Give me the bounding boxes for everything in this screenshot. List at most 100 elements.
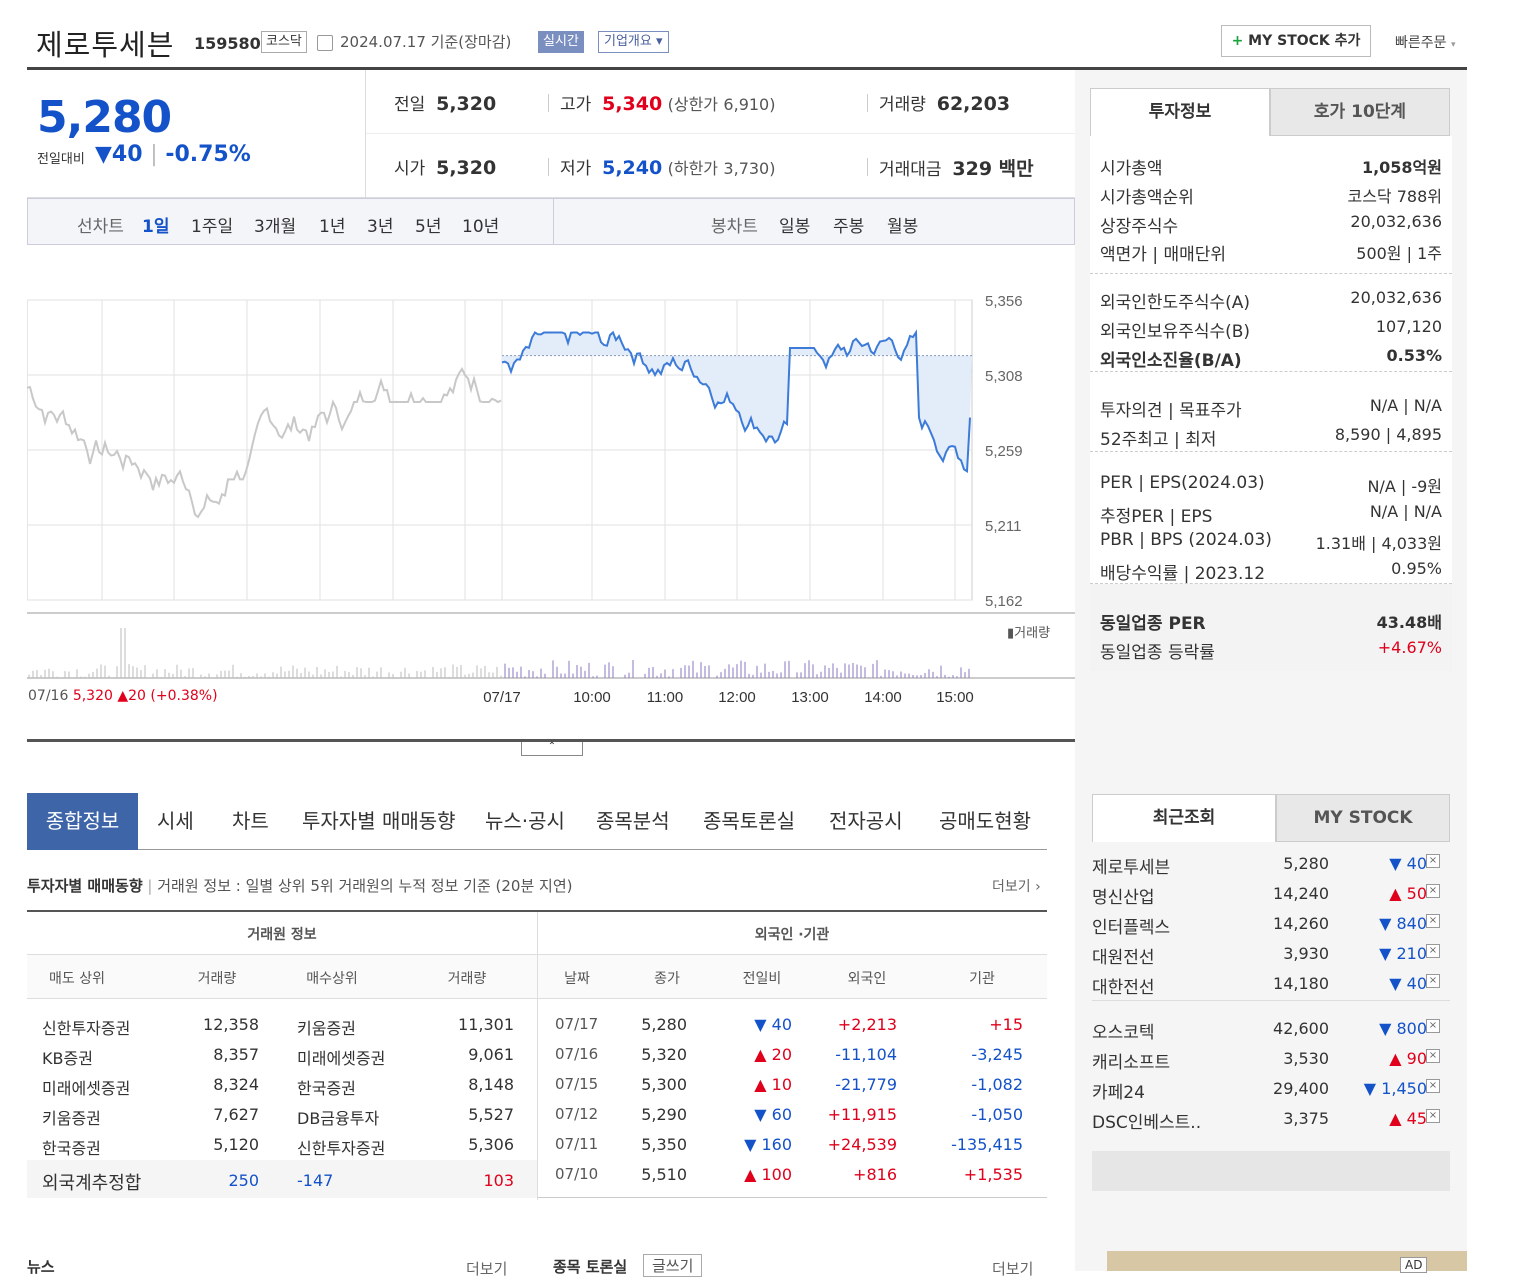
close-price: 5,320 bbox=[641, 1045, 687, 1064]
recent-change: ▼ 1,450 bbox=[1363, 1079, 1427, 1098]
recent-item[interactable]: 캐리소프트 3,530 ▲ 90 × bbox=[1092, 1045, 1450, 1075]
recent-item[interactable]: 명신산업 14,240 ▲ 50 × bbox=[1092, 880, 1450, 910]
recent-item[interactable]: 대한전선 14,180 ▼ 40 × bbox=[1092, 970, 1450, 1000]
remove-icon[interactable]: × bbox=[1426, 854, 1440, 868]
tab-disclosure[interactable]: 전자공시 bbox=[829, 793, 903, 850]
quick-order-dropdown[interactable]: 빠른주문 ▾ bbox=[1395, 32, 1456, 52]
tab-3y[interactable]: 3년 bbox=[367, 212, 393, 237]
invest-info-panel: 시가총액 1,058억원 시가총액순위 코스닥 788위 상장주식수 20,032,636… bbox=[1090, 136, 1452, 671]
tab-recent[interactable]: 최근조회 bbox=[1092, 794, 1276, 842]
foreign-buy: -147 bbox=[297, 1171, 334, 1190]
tab-my-stock[interactable]: MY STOCK bbox=[1276, 794, 1450, 842]
remove-icon[interactable]: × bbox=[1426, 884, 1440, 898]
invest-key: 액면가 | 매매단위 bbox=[1100, 245, 1227, 265]
remove-icon[interactable]: × bbox=[1426, 1049, 1440, 1063]
col-header: 거래량 bbox=[197, 971, 237, 987]
trade-date: 07/17 bbox=[555, 1015, 599, 1033]
recent-name: 인터플렉스 bbox=[1092, 918, 1171, 938]
recent-item[interactable]: 인터플렉스 14,260 ▼ 840 × bbox=[1092, 910, 1450, 940]
write-button[interactable]: 글쓰기 bbox=[643, 1254, 703, 1277]
institution-net: -3,245 bbox=[971, 1045, 1023, 1064]
remove-icon[interactable]: × bbox=[1426, 1019, 1440, 1033]
recent-item[interactable]: 카페24 29,400 ▼ 1,450 × bbox=[1092, 1075, 1450, 1105]
recent-price: 3,375 bbox=[1283, 1109, 1329, 1128]
board-more[interactable]: 더보기 bbox=[992, 1258, 1033, 1279]
tab-10y[interactable]: 10년 bbox=[462, 212, 499, 237]
tab-overview[interactable]: 종합정보 bbox=[27, 793, 138, 850]
recent-name: 제로투세븐 bbox=[1092, 858, 1171, 878]
recent-change: ▲ 45 bbox=[1389, 1109, 1427, 1128]
tab-discussion[interactable]: 종목토론실 bbox=[703, 793, 795, 850]
invest-row: 시가총액 1,058억원 bbox=[1100, 154, 1442, 179]
invest-row: 액면가 | 매매단위 500원 | 1주 bbox=[1100, 240, 1442, 265]
invest-key: 투자의견 | 목표주가 bbox=[1100, 401, 1242, 421]
tab-invest-info[interactable]: 투자정보 bbox=[1090, 88, 1270, 136]
recent-item[interactable]: DSC인베스트.. 3,375 ▲ 45 × bbox=[1092, 1105, 1450, 1135]
col-header: 기관 bbox=[969, 971, 995, 987]
x-tick-label: 14:00 bbox=[864, 689, 902, 706]
institution-net: +1,535 bbox=[963, 1165, 1023, 1184]
company-overview-dropdown[interactable]: 기업개요 ▾ bbox=[598, 31, 669, 53]
intraday-price-chart[interactable]: 5,356 5,308 5,259 5,211 5,162 07/17 10:00 11:00… bbox=[27, 280, 1075, 720]
tab-investor-trading[interactable]: 투자자별 매매동향 bbox=[302, 793, 456, 850]
recent-price: 5,280 bbox=[1283, 854, 1329, 873]
col-header: 종가 bbox=[654, 971, 680, 987]
broker-head: 거래원 정보 bbox=[247, 927, 317, 943]
invest-key: 시가총액순위 bbox=[1100, 188, 1194, 208]
collapse-chart-button[interactable]: ⌃ bbox=[521, 742, 583, 756]
date-label: 2024.07.17 기준(장마감) bbox=[340, 33, 512, 51]
remove-icon[interactable]: × bbox=[1426, 1109, 1440, 1123]
tab-3m[interactable]: 3개월 bbox=[254, 212, 296, 237]
invest-value: 1.31배 | 4,033원 bbox=[1315, 534, 1442, 553]
invest-key: 배당수익률 | 2023.12 bbox=[1100, 564, 1266, 584]
tab-news[interactable]: 뉴스·공시 bbox=[485, 793, 565, 850]
add-my-stock-button[interactable]: + MY STOCK 추가 bbox=[1221, 25, 1371, 57]
invest-key: PBR | BPS (2024.03) bbox=[1100, 530, 1272, 550]
remove-icon[interactable]: × bbox=[1426, 944, 1440, 958]
recent-change: ▼ 210 bbox=[1379, 944, 1427, 963]
tab-orderbook[interactable]: 호가 10단계 bbox=[1270, 88, 1450, 136]
tab-5y[interactable]: 5년 bbox=[415, 212, 441, 237]
invest-row: PER | EPS(2024.03) N/A | -9원 bbox=[1100, 473, 1442, 496]
buy-volume: 8,148 bbox=[468, 1075, 514, 1094]
tab-short-selling[interactable]: 공매도현황 bbox=[939, 793, 1031, 850]
recent-price: 14,180 bbox=[1273, 974, 1329, 993]
sell-volume: 12,358 bbox=[203, 1015, 259, 1034]
tab-1w[interactable]: 1주일 bbox=[191, 212, 233, 237]
foreign-sum-label: 외국계추정합 bbox=[42, 1173, 142, 1194]
tab-price[interactable]: 시세 bbox=[157, 793, 194, 850]
tab-1y[interactable]: 1년 bbox=[319, 212, 345, 237]
recent-change: ▼ 840 bbox=[1379, 914, 1427, 933]
recent-item[interactable]: 제로투세븐 5,280 ▼ 40 × bbox=[1092, 850, 1450, 880]
recent-item[interactable]: 오스코텍 42,600 ▼ 800 × bbox=[1092, 1015, 1450, 1045]
tab-monthly[interactable]: 월봉 bbox=[887, 212, 918, 237]
tab-weekly[interactable]: 주봉 bbox=[833, 212, 864, 237]
close-price: 5,290 bbox=[641, 1105, 687, 1124]
col-header: 매도 상위 bbox=[49, 971, 105, 987]
remove-icon[interactable]: × bbox=[1426, 914, 1440, 928]
recent-name: 카페24 bbox=[1092, 1083, 1145, 1103]
divider bbox=[1092, 1000, 1450, 1001]
recent-change: ▲ 50 bbox=[1389, 884, 1427, 903]
tab-1d[interactable]: 1일 bbox=[142, 212, 169, 237]
tab-daily[interactable]: 일봉 bbox=[779, 212, 810, 237]
institution-net: -135,415 bbox=[951, 1135, 1023, 1154]
change-label: 전일대비 bbox=[37, 152, 85, 167]
remove-icon[interactable]: × bbox=[1426, 974, 1440, 988]
more-link[interactable]: 더보기 › bbox=[992, 876, 1041, 896]
recent-item[interactable]: 대원전선 3,930 ▼ 210 × bbox=[1092, 940, 1450, 970]
remove-icon[interactable]: × bbox=[1426, 1079, 1440, 1093]
news-more[interactable]: 더보기 bbox=[466, 1258, 507, 1279]
down-arrow-icon: ▼ bbox=[95, 142, 112, 167]
tab-chart[interactable]: 차트 bbox=[232, 793, 269, 850]
invest-key: 시가총액 bbox=[1100, 159, 1163, 179]
tab-analysis[interactable]: 종목분석 bbox=[596, 793, 670, 850]
close-price: 5,510 bbox=[641, 1165, 687, 1184]
invest-value: 8,590 | 4,895 bbox=[1334, 425, 1442, 444]
sell-volume: 5,120 bbox=[213, 1135, 259, 1154]
recent-price: 3,930 bbox=[1283, 944, 1329, 963]
trade-date: 07/12 bbox=[555, 1105, 599, 1123]
recent-name: 명신산업 bbox=[1092, 888, 1155, 908]
live-button[interactable]: 실시간 bbox=[538, 31, 584, 53]
col-header: 전일비 bbox=[742, 971, 782, 987]
